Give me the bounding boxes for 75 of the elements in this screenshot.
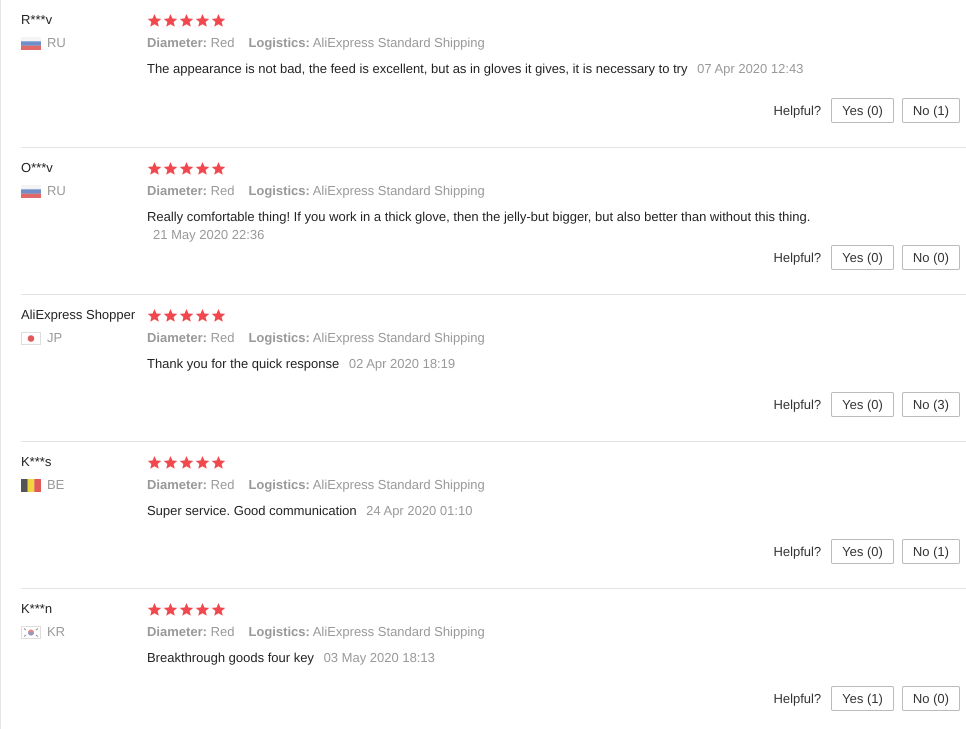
flag-icon [21, 332, 41, 344]
flag-icon [21, 478, 41, 492]
review-date: 07 Apr 2020 12:43 [697, 61, 804, 76]
flag-icon [21, 36, 41, 50]
logistics-info: Logistics: AliExpress Standard Shipping [248, 330, 485, 346]
review-text: Super service. Good communication [147, 503, 357, 518]
diameter-info: Diameter: Red [147, 183, 234, 199]
logistics-info: Logistics: AliExpress Standard Shipping [248, 477, 485, 493]
star-icon [147, 308, 162, 322]
helpful-label: Helpful? [773, 691, 822, 706]
star-icon [195, 454, 210, 470]
yes-button[interactable]: Yes (0) [831, 539, 894, 564]
no-button[interactable]: No (1) [902, 98, 960, 123]
diameter-info: Diameter: Red [147, 330, 234, 346]
yes-button[interactable]: Yes (0) [831, 245, 894, 270]
review-text: Thank you for the quick response [147, 356, 340, 371]
star-icon [147, 602, 162, 616]
star-icon [163, 602, 178, 616]
star-icon [163, 308, 178, 322]
star-icon [211, 454, 226, 470]
review-text: Breakthrough goods four key [147, 650, 314, 665]
review-text: The appearance is not bad, the feed is excellent, but as in gloves it gives, it is necessary to try [147, 61, 688, 76]
review-date: 21 May 2020 22:36 [153, 227, 264, 242]
star-icon [163, 160, 178, 176]
no-button[interactable]: No (1) [902, 539, 960, 564]
review-date: 24 Apr 2020 01:10 [366, 503, 472, 518]
star-icon [211, 160, 226, 176]
diameter-info: Diameter: Red [147, 477, 234, 493]
review-date: 02 Apr 2020 18:19 [348, 356, 456, 371]
star-icon [163, 12, 178, 28]
flag-icon [21, 184, 41, 198]
logistics-info: Logistics: AliExpress Standard Shipping [248, 183, 485, 199]
star-icon [195, 160, 210, 176]
country-code: KR [47, 624, 66, 640]
no-button[interactable]: No (3) [902, 392, 960, 417]
star-icon [179, 602, 194, 616]
star-icon [195, 602, 210, 616]
reviewer-name: K***s [21, 454, 52, 470]
country-code: RU [47, 183, 66, 199]
helpful-label: Helpful? [773, 103, 822, 118]
country-code: JP [47, 330, 62, 346]
star-icon [147, 454, 162, 470]
logistics-info: Logistics: AliExpress Standard Shipping [248, 624, 485, 640]
yes-button[interactable]: Yes (0) [831, 98, 894, 123]
star-icon [179, 160, 194, 176]
star-icon [195, 308, 210, 322]
flag-icon [21, 626, 41, 638]
yes-button[interactable]: Yes (1) [831, 686, 894, 711]
star-icon [211, 308, 226, 322]
star-icon [195, 12, 210, 28]
country-code: RU [47, 35, 66, 51]
no-button[interactable]: No (0) [902, 245, 960, 270]
star-icon [179, 308, 194, 322]
reviewer-name: AliExpress Shopper [21, 307, 136, 323]
star-icon [211, 602, 226, 616]
reviewer-name: K***n [21, 601, 54, 617]
reviewer-name: O***v [21, 160, 54, 176]
diameter-info: Diameter: Red [147, 35, 234, 51]
helpful-label: Helpful? [773, 250, 822, 265]
no-button[interactable]: No (0) [902, 686, 960, 711]
review-date: 03 May 2020 18:13 [324, 650, 435, 665]
helpful-label: Helpful? [773, 397, 822, 412]
review-text: Really comfortable thing! If you work in a thick glove, then the jelly-but bigger, but also better than without this thing. [147, 209, 810, 224]
star-icon [179, 454, 194, 470]
star-icon [147, 160, 162, 176]
star-icon [179, 12, 194, 28]
star-icon [211, 12, 226, 28]
yes-button[interactable]: Yes (0) [831, 392, 894, 417]
reviewer-name: R***v [21, 12, 54, 28]
diameter-info: Diameter: Red [147, 624, 234, 640]
star-icon [147, 12, 162, 28]
logistics-info: Logistics: AliExpress Standard Shipping [248, 35, 485, 51]
country-code: BE [47, 477, 64, 493]
helpful-label: Helpful? [773, 544, 822, 559]
star-icon [163, 454, 178, 470]
